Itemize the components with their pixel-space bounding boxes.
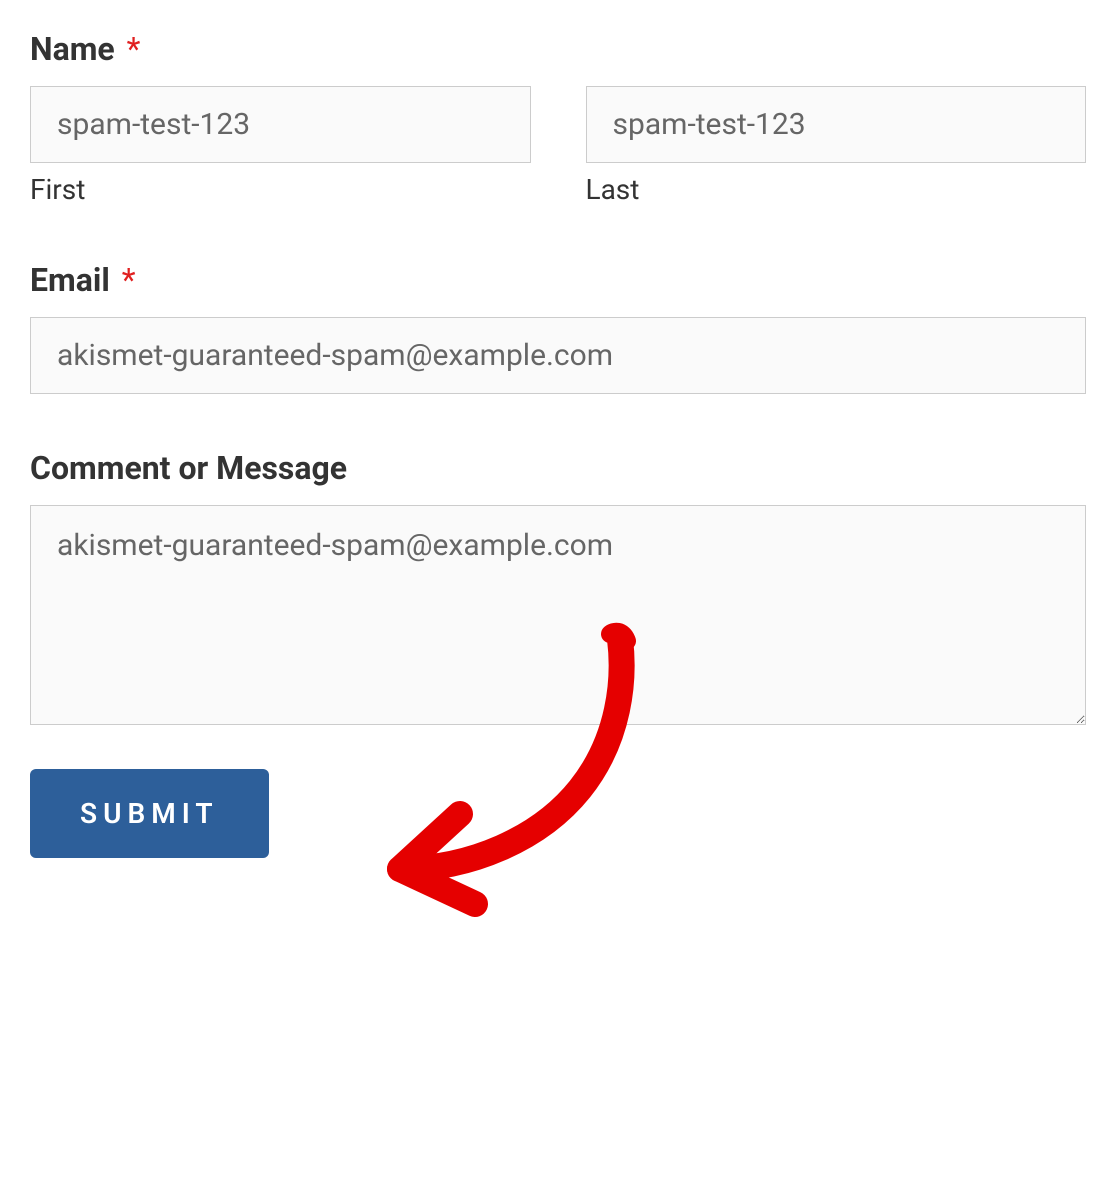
- first-name-input[interactable]: [30, 86, 531, 163]
- comment-label: Comment or Message: [30, 449, 1086, 487]
- comment-label-text: Comment or Message: [30, 449, 347, 487]
- required-asterisk: *: [122, 261, 136, 299]
- name-label-text: Name: [30, 30, 115, 68]
- first-name-sublabel: First: [30, 173, 531, 206]
- last-name-sublabel: Last: [586, 173, 1087, 206]
- last-name-input[interactable]: [586, 86, 1087, 163]
- submit-row: SUBMIT: [30, 769, 1086, 858]
- name-inputs-row: First Last: [30, 86, 1086, 206]
- email-label-text: Email: [30, 261, 110, 299]
- required-asterisk: *: [127, 30, 141, 68]
- email-field-group: Email *: [30, 261, 1086, 394]
- email-label: Email *: [30, 261, 1086, 299]
- last-name-field: Last: [586, 86, 1087, 206]
- comment-textarea[interactable]: [30, 505, 1086, 725]
- name-label: Name *: [30, 30, 1086, 68]
- name-field-group: Name * First Last: [30, 30, 1086, 206]
- email-input[interactable]: [30, 317, 1086, 394]
- first-name-field: First: [30, 86, 531, 206]
- comment-field-group: Comment or Message: [30, 449, 1086, 729]
- contact-form: Name * First Last Email * Comment or Mes…: [30, 30, 1086, 858]
- submit-button[interactable]: SUBMIT: [30, 769, 269, 858]
